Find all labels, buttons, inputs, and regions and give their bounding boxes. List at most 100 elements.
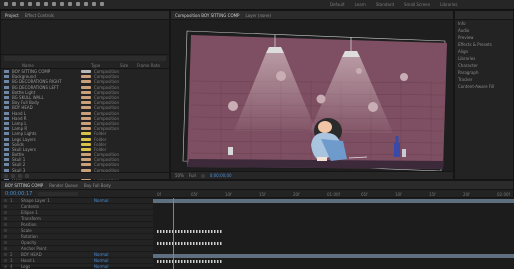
- label-color-swatch[interactable]: [81, 85, 91, 89]
- label-color-swatch[interactable]: [81, 121, 91, 125]
- label-color-swatch[interactable]: [81, 116, 91, 120]
- timeline-layer-row[interactable]: 4 Legs Normal: [1, 264, 153, 269]
- workspace-standard[interactable]: Standard: [376, 2, 394, 7]
- home-icon[interactable]: [4, 2, 8, 6]
- label-color-swatch[interactable]: [81, 75, 91, 79]
- right-panel-item[interactable]: Libraries: [455, 55, 513, 62]
- eye-icon[interactable]: [4, 205, 7, 208]
- col-type[interactable]: Type: [91, 63, 117, 68]
- project-search[interactable]: [4, 56, 166, 61]
- label-color-swatch[interactable]: [81, 96, 91, 100]
- tab-project[interactable]: Project: [5, 13, 19, 18]
- keyframes-position[interactable]: [157, 230, 223, 233]
- eye-icon[interactable]: [4, 253, 7, 256]
- label-color-swatch[interactable]: [81, 80, 91, 84]
- tab-effect-controls[interactable]: Effect Controls: [25, 13, 54, 18]
- layer-mode[interactable]: Normal: [94, 258, 108, 263]
- zoom-tool-icon[interactable]: [28, 2, 32, 6]
- label-color-swatch[interactable]: [81, 137, 91, 141]
- col-name[interactable]: Name: [22, 63, 88, 68]
- eye-icon[interactable]: [4, 211, 7, 214]
- interpret-footage-icon[interactable]: [4, 174, 8, 178]
- tab-boy-sitting-comp[interactable]: BOY SITTING COMP: [5, 183, 43, 188]
- workspace-default[interactable]: Default: [330, 2, 345, 7]
- eye-icon[interactable]: [4, 241, 7, 244]
- layer-1-bar[interactable]: [153, 199, 514, 203]
- eye-icon[interactable]: [4, 217, 7, 220]
- resolution-select[interactable]: Full: [189, 173, 196, 178]
- eye-icon[interactable]: [4, 247, 7, 250]
- tab-boy-full-body[interactable]: Boy Full Body: [84, 183, 111, 188]
- label-color-swatch[interactable]: [81, 142, 91, 146]
- eye-icon[interactable]: [4, 235, 7, 238]
- label-color-swatch[interactable]: [81, 70, 91, 74]
- hand-tool-icon[interactable]: [20, 2, 24, 6]
- pen-tool-icon[interactable]: [60, 2, 64, 6]
- eye-icon[interactable]: [4, 259, 7, 262]
- ruler-tick-label: 10f: [225, 192, 232, 197]
- timeline-search[interactable]: [38, 191, 79, 196]
- layer-2-bar[interactable]: [153, 254, 514, 258]
- label-color-swatch[interactable]: [81, 101, 91, 105]
- playhead[interactable]: [173, 198, 174, 269]
- right-panel-item[interactable]: Align: [455, 48, 513, 55]
- label-color-swatch[interactable]: [81, 106, 91, 110]
- right-panel-item[interactable]: Paragraph: [455, 69, 513, 76]
- ruler-tick-label: 05f: [361, 192, 368, 197]
- viewer-footer: 50% Full 0;00;00;00: [171, 171, 453, 179]
- puppet-tool-icon[interactable]: [100, 2, 104, 6]
- col-framerate[interactable]: Frame Rate: [137, 63, 160, 68]
- layer-mode[interactable]: Normal: [94, 264, 108, 269]
- label-color-swatch[interactable]: [81, 163, 91, 167]
- label-color-swatch[interactable]: [81, 147, 91, 151]
- right-panel-item[interactable]: Character: [455, 62, 513, 69]
- composition-icon: [4, 158, 9, 162]
- camera-icon[interactable]: [200, 173, 205, 178]
- right-panel-item[interactable]: Preview: [455, 34, 513, 41]
- tab-render-queue[interactable]: Render Queue: [49, 183, 78, 188]
- right-panel-item[interactable]: Effects & Presets: [455, 41, 513, 48]
- viewer-timecode[interactable]: 0;00;00;00: [210, 173, 232, 178]
- eye-icon[interactable]: [4, 223, 7, 226]
- new-comp-icon[interactable]: [18, 174, 22, 178]
- new-folder-icon[interactable]: [11, 174, 15, 178]
- col-size[interactable]: Size: [120, 63, 134, 68]
- eye-icon[interactable]: [4, 199, 7, 202]
- text-tool-icon[interactable]: [68, 2, 72, 6]
- composition-canvas[interactable]: [171, 21, 455, 171]
- right-panel-item[interactable]: Tracker: [455, 76, 513, 83]
- label-color-swatch[interactable]: [81, 153, 91, 157]
- menu-bar: Default Learn Standard Small Screen Libr…: [0, 0, 514, 10]
- eraser-tool-icon[interactable]: [92, 2, 96, 6]
- layer-mode[interactable]: Normal: [94, 252, 108, 257]
- label-color-swatch[interactable]: [81, 132, 91, 136]
- camera-tool-icon[interactable]: [44, 2, 48, 6]
- stamp-tool-icon[interactable]: [84, 2, 88, 6]
- layer-number: 2: [10, 252, 13, 257]
- right-panel-item[interactable]: Info: [455, 20, 513, 27]
- right-panel-item[interactable]: Content-Aware Fill: [455, 83, 513, 90]
- tab-layer[interactable]: Layer (none): [245, 13, 271, 18]
- workspace-small-screen[interactable]: Small Screen: [404, 2, 430, 7]
- keyframes-scale[interactable]: [157, 242, 223, 245]
- label-color-swatch[interactable]: [81, 158, 91, 162]
- trash-icon[interactable]: [25, 174, 29, 178]
- layer-mode[interactable]: Normal: [94, 198, 108, 203]
- label-color-swatch[interactable]: [81, 90, 91, 94]
- pan-tool-icon[interactable]: [52, 2, 56, 6]
- eye-icon[interactable]: [4, 229, 7, 232]
- rotate-tool-icon[interactable]: [36, 2, 40, 6]
- right-panel-list: Info Audio Preview Effects & Presets Align Li…: [455, 20, 513, 90]
- tab-composition[interactable]: Composition BOY SITTING COMP: [175, 13, 239, 18]
- workspace-libraries[interactable]: Libraries: [440, 2, 457, 7]
- timeline-timecode[interactable]: 0;00;00;17: [5, 191, 32, 197]
- workspace-learn[interactable]: Learn: [355, 2, 366, 7]
- selection-tool-icon[interactable]: [12, 2, 16, 6]
- brush-tool-icon[interactable]: [76, 2, 80, 6]
- label-color-swatch[interactable]: [81, 127, 91, 131]
- composition-icon: [4, 106, 9, 110]
- zoom-level[interactable]: 50%: [175, 173, 184, 178]
- label-color-swatch[interactable]: [81, 111, 91, 115]
- keyframes-layer-3[interactable]: [157, 260, 223, 263]
- right-panel-item[interactable]: Audio: [455, 27, 513, 34]
